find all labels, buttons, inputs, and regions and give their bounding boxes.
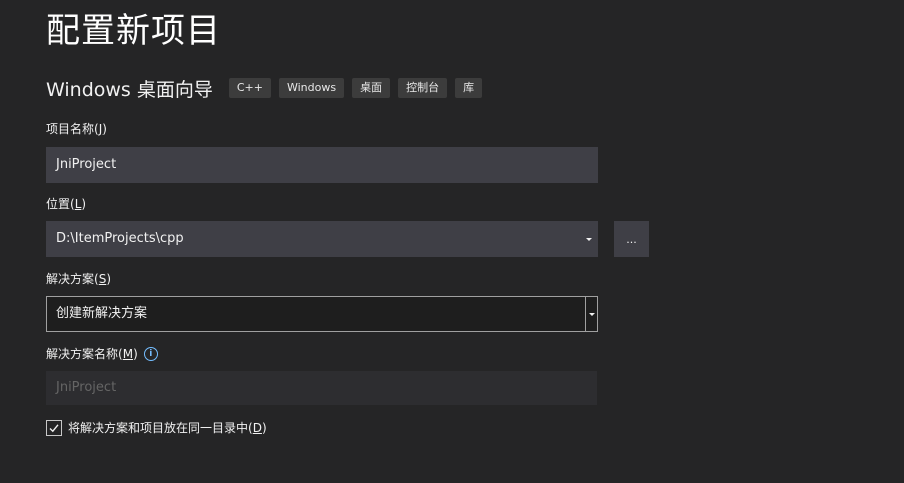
- same-directory-label: 将解决方案和项目放在同一目录中: [68, 421, 249, 435]
- configure-new-project-page: 配置新项目 Windows 桌面向导 C++ Windows 桌面 控制台 库 …: [0, 0, 904, 483]
- solution-label: 解决方案(S): [46, 271, 112, 287]
- tag-console: 控制台: [398, 78, 448, 98]
- location-mnemonic: L: [74, 196, 82, 211]
- page-title: 配置新项目: [46, 11, 221, 51]
- tag-library: 库: [455, 78, 483, 98]
- tag-windows: Windows: [278, 78, 345, 98]
- project-name-label: 项目名称(J): [46, 121, 107, 137]
- chevron-down-icon[interactable]: [586, 297, 597, 331]
- same-directory-checkbox[interactable]: [46, 419, 62, 436]
- info-icon[interactable]: i: [143, 346, 158, 361]
- solution-name-input: JniProject: [46, 371, 597, 405]
- location-value: D:\ItemProjects\cpp: [56, 231, 184, 246]
- browse-button[interactable]: ...: [614, 221, 649, 257]
- tag-desktop: 桌面: [352, 78, 391, 98]
- solution-mnemonic: S: [98, 271, 107, 286]
- template-name: Windows 桌面向导: [46, 78, 213, 101]
- solution-dropdown[interactable]: 创建新解决方案: [46, 296, 598, 332]
- tag-cpp: C++: [228, 78, 271, 98]
- template-info: Windows 桌面向导 C++ Windows 桌面 控制台 库: [46, 74, 490, 102]
- project-name-input[interactable]: JniProject: [46, 147, 598, 183]
- project-name-mnemonic: J: [98, 121, 103, 136]
- location-combobox[interactable]: D:\ItemProjects\cpp: [46, 221, 598, 257]
- location-label-text: 位置: [46, 197, 71, 211]
- project-name-label-text: 项目名称: [46, 122, 95, 136]
- solution-label-text: 解决方案: [46, 272, 95, 286]
- same-directory-mnemonic: D: [252, 420, 262, 435]
- solution-selected-value: 创建新解决方案: [56, 306, 148, 321]
- checkmark-icon: [49, 423, 59, 432]
- same-directory-option[interactable]: 将解决方案和项目放在同一目录中(D): [46, 419, 267, 436]
- solution-name-label-text: 解决方案名称: [46, 347, 119, 361]
- location-label: 位置(L): [46, 196, 87, 212]
- solution-name-mnemonic: M: [122, 346, 134, 361]
- chevron-down-icon[interactable]: [584, 221, 594, 257]
- solution-name-label: 解决方案名称(M) i: [46, 345, 158, 362]
